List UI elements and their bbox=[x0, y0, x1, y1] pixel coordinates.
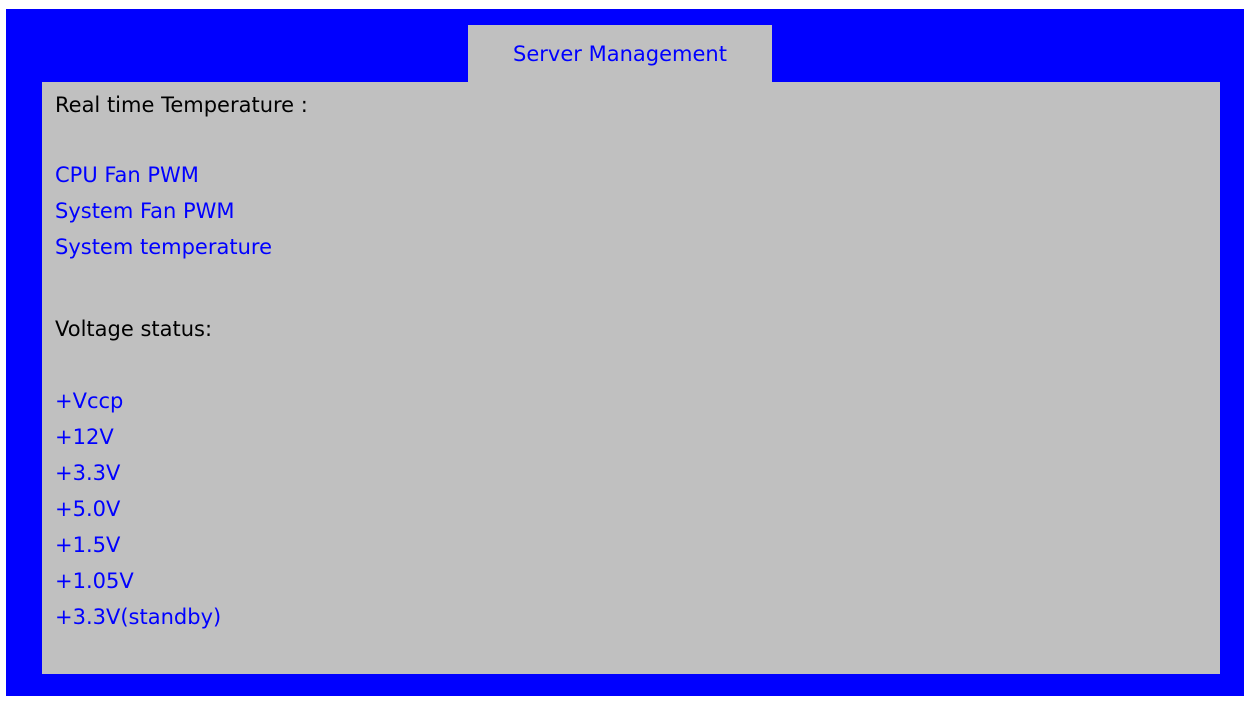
cpu-fan-pwm-item[interactable]: CPU Fan PWM bbox=[55, 162, 199, 188]
system-temperature-item[interactable]: System temperature bbox=[55, 234, 272, 260]
3-3v-standby-item[interactable]: +3.3V(standby) bbox=[55, 604, 221, 630]
real-time-temperature-heading: Real time Temperature : bbox=[55, 93, 308, 117]
tab-server-management[interactable]: Server Management bbox=[468, 25, 772, 83]
voltage-status-heading: Voltage status: bbox=[55, 317, 213, 341]
1-05v-item[interactable]: +1.05V bbox=[55, 568, 134, 594]
system-fan-pwm-item[interactable]: System Fan PWM bbox=[55, 198, 235, 224]
1-5v-item[interactable]: +1.5V bbox=[55, 532, 120, 558]
5-0v-item[interactable]: +5.0V bbox=[55, 496, 120, 522]
bios-frame: Server Management Real time Temperature … bbox=[6, 9, 1244, 696]
vccp-item[interactable]: +Vccp bbox=[55, 388, 123, 414]
server-management-panel: Real time Temperature : CPU Fan PWM Syst… bbox=[42, 82, 1220, 674]
3-3v-item[interactable]: +3.3V bbox=[55, 460, 120, 486]
12v-item[interactable]: +12V bbox=[55, 424, 114, 450]
